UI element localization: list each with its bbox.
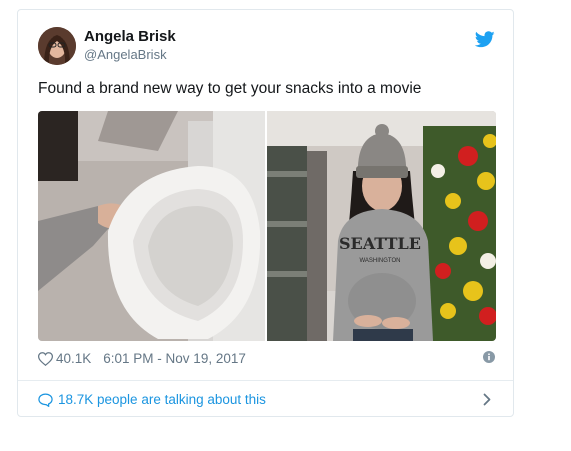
photo-woman-with-fake-belly[interactable]: SEATTLE WASHINGTON: [267, 111, 496, 341]
twitter-bird-icon[interactable]: [475, 31, 495, 48]
tweet-card[interactable]: Angela Brisk @AngelaBrisk Found a brand …: [17, 9, 514, 417]
divider: [18, 380, 513, 381]
tweet-media[interactable]: SEATTLE WASHINGTON: [38, 111, 496, 341]
heart-icon[interactable]: [38, 351, 53, 366]
tweet-text: Found a brand new way to get your snacks…: [38, 80, 422, 97]
author-name[interactable]: Angela Brisk: [84, 28, 176, 45]
conversation-count[interactable]: 18.7K people are talking about this: [58, 392, 266, 407]
chevron-right-icon[interactable]: [483, 393, 491, 406]
conversation-link[interactable]: 18.7K people are talking about this: [38, 392, 266, 407]
speech-bubble-icon: [38, 392, 53, 407]
sweater-text: SEATTLE: [339, 234, 421, 253]
info-icon[interactable]: [483, 351, 495, 363]
author-handle[interactable]: @AngelaBrisk: [84, 47, 167, 62]
author-avatar[interactable]: [38, 27, 76, 65]
tweet-meta: 40.1K 6:01 PM - Nov 19, 2017: [38, 351, 246, 366]
like-count[interactable]: 40.1K: [56, 351, 91, 366]
photo-styrofoam-half-sphere[interactable]: [38, 111, 265, 341]
tweet-timestamp[interactable]: 6:01 PM - Nov 19, 2017: [103, 351, 246, 366]
sweater-subtext: WASHINGTON: [359, 258, 400, 264]
